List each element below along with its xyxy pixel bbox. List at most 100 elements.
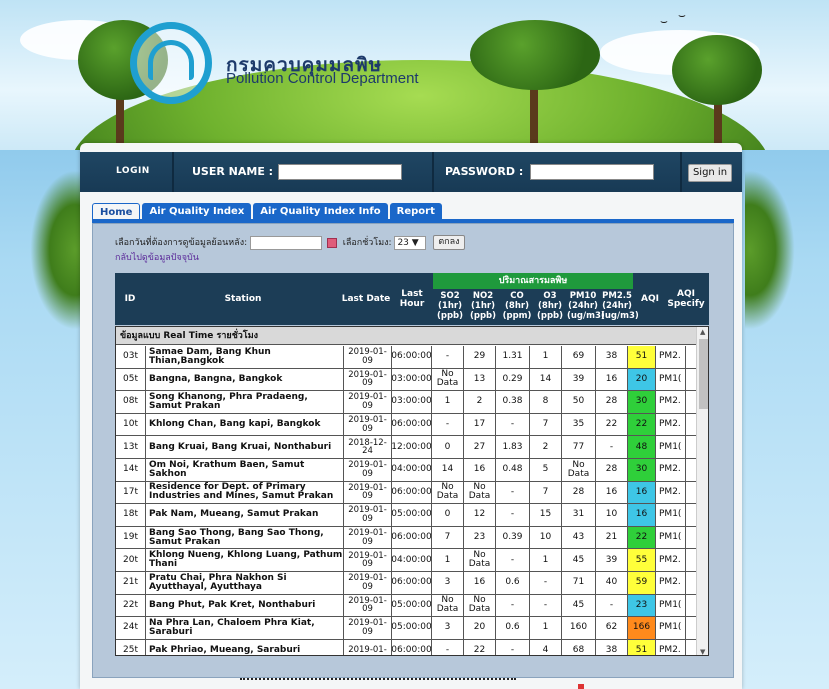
table-row: 14t Om Noi, Krathum Baen, Samut Sakhon 201… (116, 459, 696, 482)
cell-aqi-specify: PM2. (656, 572, 686, 594)
username-input[interactable] (278, 164, 402, 180)
calendar-icon[interactable] (326, 237, 337, 248)
table-row: 03t Samae Dam, Bang Khun Thian,Bangkok 201… (116, 346, 696, 369)
cell-so2: 14 (432, 459, 464, 481)
cell-aqi: 16 (628, 481, 656, 504)
cell-o3: 5 (530, 459, 562, 481)
cell-last-hour: 05:00:00 (392, 594, 432, 617)
cell-station: Om Noi, Krathum Baen, Samut Sakhon (146, 459, 344, 481)
cell-o3: - (530, 572, 562, 594)
cell-station: Pak Phriao, Mueang, Saraburi (146, 639, 344, 655)
table-header: ID Station Last Date Last Hour ปริมาณสาร… (115, 273, 709, 325)
cell-station: Bangna, Bangna, Bangkok (146, 368, 344, 391)
password-input[interactable] (530, 164, 654, 180)
cell-no2: No Data (464, 481, 496, 504)
cell-station: Khlong Nueng, Khlong Luang, Pathum Thani (146, 549, 344, 571)
login-bar: LOGIN USER NAME : PASSWORD : Sign in (80, 152, 742, 192)
cell-aqi: 23 (628, 594, 656, 617)
cell-id: 05t (116, 368, 146, 391)
password-label: PASSWORD : (445, 165, 524, 178)
tree-center (470, 20, 600, 90)
cell-last-date: 2019-01-09 (344, 346, 392, 368)
table-scrollbar[interactable]: ▲ ▼ (696, 327, 708, 655)
cell-pm25: - (596, 594, 628, 617)
cell-so2: 1 (432, 391, 464, 413)
cell-co: - (496, 639, 530, 655)
col-o3: O3 (8hr) (ppb) (536, 291, 564, 321)
cell-station: Bang Kruai, Bang Kruai, Nonthaburi (146, 436, 344, 458)
cell-pm25: 40 (596, 572, 628, 594)
cell-id: 13t (116, 436, 146, 458)
back-to-current-link[interactable]: กลับไปดูข้อมูลปัจจุบัน (115, 250, 199, 264)
cell-so2: - (432, 346, 464, 368)
cell-pm10: 31 (562, 504, 596, 526)
table-row: 21t Pratu Chai, Phra Nakhon Si Ayutthayal… (116, 572, 696, 595)
cell-aqi-specify: PM1( (656, 526, 686, 549)
cell-station: Samae Dam, Bang Khun Thian,Bangkok (146, 346, 344, 368)
cell-aqi: 59 (628, 572, 656, 594)
cell-so2: - (432, 413, 464, 436)
scroll-thumb[interactable] (699, 339, 708, 409)
cell-o3: 2 (530, 436, 562, 458)
cell-last-date: 2019-01-09 (344, 526, 392, 549)
cell-last-date: 2019-01-09 (344, 617, 392, 639)
pcd-logo-arch (148, 40, 194, 80)
cell-aqi-specify: PM2. (656, 459, 686, 481)
scroll-up-icon[interactable]: ▲ (700, 328, 705, 336)
cell-last-hour: 05:00:00 (392, 617, 432, 639)
cell-last-hour: 05:00:00 (392, 504, 432, 526)
cell-aqi: 166 (628, 617, 656, 639)
cell-aqi: 30 (628, 391, 656, 413)
cell-pm25: 21 (596, 526, 628, 549)
cell-co: 1.83 (496, 436, 530, 458)
cell-pm10: 43 (562, 526, 596, 549)
cell-o3: 7 (530, 413, 562, 436)
cell-aqi-specify: PM1( (656, 504, 686, 526)
sign-in-button[interactable]: Sign in (688, 164, 732, 182)
table-row: 05t Bangna, Bangna, Bangkok 2019-01-09 03:0… (116, 368, 696, 392)
scroll-down-icon[interactable]: ▼ (700, 648, 705, 655)
cell-pm10: 50 (562, 391, 596, 413)
cell-pm10: 45 (562, 594, 596, 617)
cell-no2: 29 (464, 346, 496, 368)
cell-no2: 27 (464, 436, 496, 458)
cell-pm25: 38 (596, 346, 628, 368)
table-row: 18t Pak Nam, Mueang, Samut Prakan 2019-01-… (116, 504, 696, 527)
cell-aqi-specify: PM2. (656, 549, 686, 571)
table-row: 13t Bang Kruai, Bang Kruai, Nonthaburi 201… (116, 436, 696, 459)
content-panel: เลือกวันที่ต้องการดูข้อมูลย้อนหลัง: เลือ… (92, 223, 734, 678)
cell-co: 0.6 (496, 572, 530, 594)
username-label: USER NAME : (192, 165, 274, 178)
cell-pm10: No Data (562, 459, 596, 481)
hour-select[interactable]: 23 ▼ (394, 235, 427, 250)
cell-aqi-specify: PM2. (656, 481, 686, 504)
cell-last-date: 2019-01-09 (344, 504, 392, 526)
cell-pm25: 16 (596, 368, 628, 391)
date-input[interactable] (250, 235, 322, 250)
cell-o3: 8 (530, 391, 562, 413)
cell-aqi: 51 (628, 346, 656, 368)
cell-no2: No Data (464, 594, 496, 617)
cell-no2: 22 (464, 639, 496, 655)
cell-id: 24t (116, 617, 146, 639)
ok-button[interactable]: ตกลง (433, 235, 465, 250)
col-no2: NO2 (1hr) (ppb) (469, 291, 497, 321)
col-aqi: AQI (641, 294, 659, 304)
cell-aqi-specify: PM2. (656, 413, 686, 436)
cell-last-date: 2018-12-24 (344, 436, 392, 458)
cell-id: 03t (116, 346, 146, 368)
cell-station: Na Phra Lan, Chaloem Phra Kiat, Saraburi (146, 617, 344, 639)
cell-aqi: 16 (628, 504, 656, 526)
date-filter: เลือกวันที่ต้องการดูข้อมูลย้อนหลัง: เลือ… (115, 235, 465, 250)
cell-id: 20t (116, 549, 146, 571)
cell-o3: 7 (530, 481, 562, 504)
cell-o3: 1 (530, 617, 562, 639)
cell-station: Bang Phut, Pak Kret, Nonthaburi (146, 594, 344, 617)
cell-station: Pratu Chai, Phra Nakhon Si Ayutthayal, A… (146, 572, 344, 594)
org-name-english: Pollution Control Department (226, 70, 419, 87)
cell-pm10: 39 (562, 368, 596, 391)
cell-station: Bang Sao Thong, Bang Sao Thong, Samut Pr… (146, 526, 344, 549)
cell-aqi-specify: PM2. (656, 346, 686, 368)
cell-pm25: 10 (596, 504, 628, 526)
cell-last-date: 2019-01-09 (344, 594, 392, 617)
